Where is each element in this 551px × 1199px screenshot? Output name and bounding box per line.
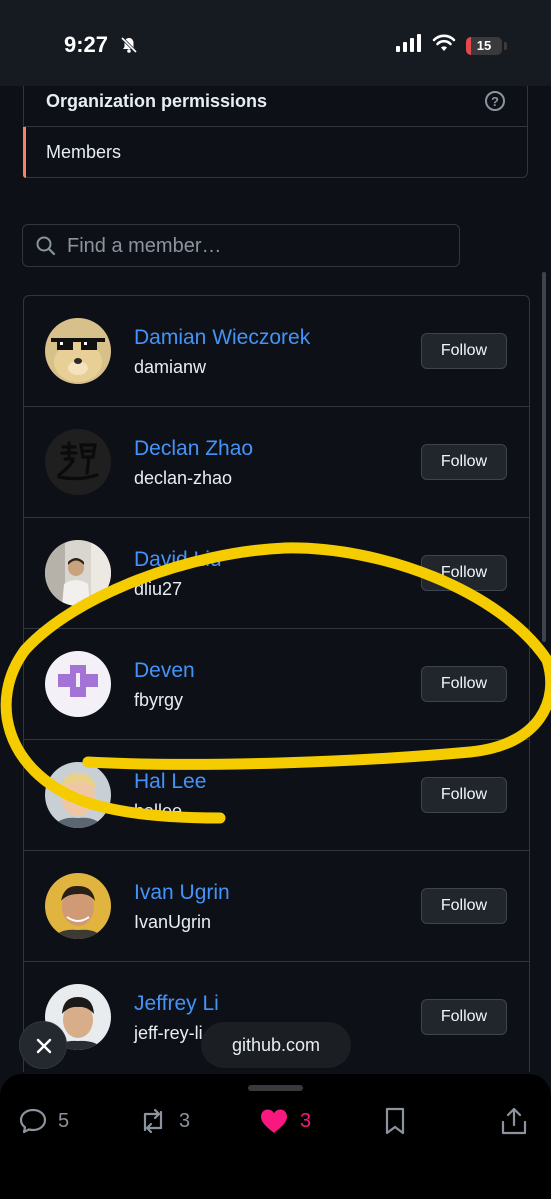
avatar[interactable]	[45, 429, 111, 495]
follow-button[interactable]: Follow	[421, 333, 507, 369]
member-row: Declan Zhao declan-zhao Follow	[24, 406, 529, 517]
member-name[interactable]: Damian Wieczorek	[134, 326, 310, 350]
member-list: Damian Wieczorek damianw Follow Declan Z…	[23, 295, 530, 1072]
search-input[interactable]	[65, 227, 449, 265]
bookmark-action[interactable]	[382, 1106, 408, 1136]
follow-button[interactable]: Follow	[421, 555, 507, 591]
member-name[interactable]: David Liu	[134, 548, 222, 572]
repost-count: 3	[179, 1109, 191, 1132]
reply-action[interactable]: 5	[18, 1106, 69, 1136]
active-indicator	[23, 127, 26, 178]
avatar[interactable]	[45, 873, 111, 939]
member-login: fbyrgy	[134, 690, 184, 710]
member-name[interactable]: Hal Lee	[134, 770, 206, 794]
follow-button[interactable]: Follow	[421, 777, 507, 813]
reply-count: 5	[58, 1109, 70, 1132]
member-name[interactable]: Declan Zhao	[134, 437, 253, 461]
question-circle-icon[interactable]: ?	[485, 91, 505, 111]
avatar[interactable]	[45, 318, 111, 384]
follow-button[interactable]: Follow	[421, 999, 507, 1035]
member-login: declan-zhao	[134, 468, 233, 488]
member-login: dliu27	[134, 579, 183, 599]
wifi-icon	[432, 34, 456, 57]
domain-label[interactable]: github.com	[201, 1022, 351, 1068]
member-row: Damian Wieczorek damianw Follow	[24, 296, 529, 406]
organization-permissions-card: Organization permissions ? Members	[23, 76, 528, 178]
post-actions-bar: 5 3 3	[0, 1074, 551, 1199]
close-icon	[36, 1038, 52, 1054]
repost-action[interactable]: 3	[137, 1106, 190, 1136]
share-icon	[501, 1107, 527, 1135]
member-row: Hal Lee hallee Follow	[24, 739, 529, 850]
heart-icon	[261, 1109, 287, 1133]
like-count: 3	[300, 1109, 312, 1132]
follow-button[interactable]: Follow	[421, 888, 507, 924]
member-name[interactable]: Jeffrey Li	[134, 992, 219, 1016]
nav-item-members-label: Members	[46, 142, 122, 162]
bookmark-icon	[385, 1107, 405, 1135]
member-login: damianw	[134, 357, 207, 377]
status-indicators: 15	[396, 34, 507, 57]
member-row: Deven fbyrgy Follow	[24, 628, 529, 739]
member-login: jeff-rey-li	[134, 1023, 203, 1043]
repost-icon	[143, 1108, 163, 1134]
battery-icon: 15	[466, 36, 507, 55]
share-action[interactable]	[500, 1106, 528, 1136]
member-name[interactable]: Ivan Ugrin	[134, 881, 230, 905]
nav-item-members[interactable]: Members	[23, 127, 527, 178]
status-bar: 9:27 15	[0, 0, 551, 86]
permissions-title: Organization permissions	[46, 91, 268, 111]
avatar[interactable]	[45, 540, 111, 606]
close-button[interactable]	[19, 1021, 67, 1069]
member-login: IvanUgrin	[134, 912, 212, 932]
scrollbar[interactable]	[542, 272, 546, 642]
follow-button[interactable]: Follow	[421, 444, 507, 480]
avatar[interactable]	[45, 651, 111, 717]
member-search[interactable]	[22, 224, 460, 267]
member-login: hallee	[134, 801, 183, 821]
member-name[interactable]: Deven	[134, 659, 195, 683]
like-action[interactable]: 3	[258, 1106, 311, 1136]
cellular-signal-icon	[396, 34, 422, 57]
battery-level: 15	[476, 37, 492, 53]
member-row: Ivan Ugrin IvanUgrin Follow	[24, 850, 529, 961]
bell-slash-icon	[120, 36, 138, 59]
follow-button[interactable]: Follow	[421, 666, 507, 702]
reply-icon	[19, 1108, 47, 1134]
search-icon	[35, 235, 57, 262]
sheet-handle[interactable]	[248, 1085, 303, 1091]
status-time: 9:27	[64, 32, 109, 57]
avatar[interactable]	[45, 762, 111, 828]
member-row: David Liu dliu27 Follow	[24, 517, 529, 628]
